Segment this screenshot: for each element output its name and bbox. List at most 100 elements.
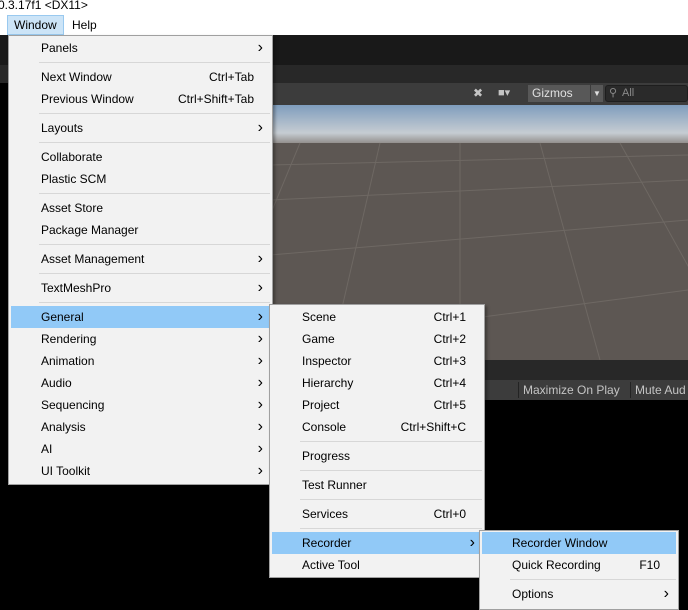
menu-help[interactable]: Help <box>66 16 103 34</box>
window-menu-item-asset-store[interactable]: Asset Store <box>11 197 270 219</box>
menu-item-label: TextMeshPro <box>41 281 112 295</box>
window-menu-item-ai[interactable]: AI › <box>11 438 270 460</box>
menu-item-label: Services <box>302 507 349 521</box>
chevron-right-icon: › <box>257 462 263 479</box>
general-submenu: Scene Ctrl+1 Game Ctrl+2 Inspector Ctrl+3 Hier… <box>269 304 485 578</box>
menu-item-label: UI Toolkit <box>41 464 91 478</box>
chevron-right-icon: › <box>257 279 263 296</box>
menu-item-label: Collaborate <box>41 150 103 164</box>
window-title: 0.3.17f1 <DX11> <box>0 0 88 12</box>
menu-item-label: Scene <box>302 310 337 324</box>
window-menu-item-asset-management[interactable]: Asset Management › <box>11 248 270 270</box>
search-placeholder: All <box>622 87 635 99</box>
general-menu-item-services[interactable]: Services Ctrl+0 <box>272 503 482 525</box>
menu-item-label: Project <box>302 398 340 412</box>
menu-separator <box>300 470 482 471</box>
maximize-on-play-button[interactable]: Maximize On Play <box>518 382 624 398</box>
menu-window[interactable]: Window <box>7 15 64 35</box>
chevron-right-icon: › <box>663 585 669 602</box>
menu-item-label: General <box>41 310 84 324</box>
menu-item-shortcut: Ctrl+0 <box>433 507 466 521</box>
menu-item-shortcut: Ctrl+2 <box>433 332 466 346</box>
menu-item-shortcut: Ctrl+Shift+C <box>400 420 466 434</box>
window-menu-item-package-manager[interactable]: Package Manager <box>11 219 270 241</box>
window-menu-item-analysis[interactable]: Analysis › <box>11 416 270 438</box>
window-menu-item-general[interactable]: General › <box>11 306 270 328</box>
gizmos-button[interactable]: Gizmos <box>528 85 590 102</box>
chevron-right-icon: › <box>469 534 475 551</box>
menu-item-shortcut: Ctrl+5 <box>433 398 466 412</box>
menu-separator <box>39 244 270 245</box>
menu-item-label: Progress <box>302 449 351 463</box>
mute-audio-button[interactable]: Mute Aud <box>630 382 688 398</box>
chevron-right-icon: › <box>257 308 263 325</box>
menu-separator <box>39 302 270 303</box>
general-menu-item-scene[interactable]: Scene Ctrl+1 <box>272 306 482 328</box>
menu-separator <box>300 499 482 500</box>
menu-item-shortcut: Ctrl+3 <box>433 354 466 368</box>
menu-item-label: Active Tool <box>302 558 360 572</box>
camera-icon[interactable]: ■▾ <box>498 86 510 99</box>
menu-item-label: Package Manager <box>41 223 139 237</box>
menu-separator <box>39 193 270 194</box>
search-input[interactable]: ⚲ All <box>605 85 688 102</box>
menu-item-label: Console <box>302 420 347 434</box>
menu-item-label: Inspector <box>302 354 352 368</box>
window-menu-item-panels[interactable]: Panels › <box>11 37 270 59</box>
general-menu-item-console[interactable]: Console Ctrl+Shift+C <box>272 416 482 438</box>
menu-item-label: Recorder Window <box>512 536 608 550</box>
recorder-menu-item-quick-recording[interactable]: Quick Recording F10 <box>482 554 676 576</box>
menu-item-shortcut: F10 <box>639 558 660 572</box>
menu-item-label: Game <box>302 332 335 346</box>
recorder-submenu: Recorder Window Quick Recording F10 Options… <box>479 530 679 610</box>
menu-item-label: Layouts <box>41 121 84 135</box>
general-menu-item-inspector[interactable]: Inspector Ctrl+3 <box>272 350 482 372</box>
scene-toolbar: ✖ ■▾ Gizmos ▼ ⚲ All <box>270 83 688 106</box>
window-menu-item-previous-window[interactable]: Previous Window Ctrl+Shift+Tab <box>11 88 270 110</box>
window-menu-item-textmeshpro[interactable]: TextMeshPro › <box>11 277 270 299</box>
menu-separator <box>39 273 270 274</box>
window-menu-item-sequencing[interactable]: Sequencing › <box>11 394 270 416</box>
menu-item-label: Asset Management <box>41 252 145 266</box>
wrench-icon[interactable]: ✖ <box>473 86 483 100</box>
window-menu-item-audio[interactable]: Audio › <box>11 372 270 394</box>
general-menu-item-project[interactable]: Project Ctrl+5 <box>272 394 482 416</box>
menu-item-label: Recorder <box>302 536 352 550</box>
window-menu-item-plastic-scm[interactable]: Plastic SCM <box>11 168 270 190</box>
menu-item-label: Asset Store <box>41 201 104 215</box>
gizmos-dropdown-icon[interactable]: ▼ <box>590 85 603 102</box>
chevron-right-icon: › <box>257 330 263 347</box>
window-menu-item-layouts[interactable]: Layouts › <box>11 117 270 139</box>
menu-item-label: Plastic SCM <box>41 172 107 186</box>
recorder-menu-item-recorder-window[interactable]: Recorder Window <box>482 532 676 554</box>
general-menu-item-active-tool[interactable]: Active Tool <box>272 554 482 576</box>
chevron-right-icon: › <box>257 119 263 136</box>
menu-item-label: Rendering <box>41 332 97 346</box>
menu-item-shortcut: Ctrl+Shift+Tab <box>177 92 254 106</box>
general-menu-item-test-runner[interactable]: Test Runner <box>272 474 482 496</box>
window-menu-item-rendering[interactable]: Rendering › <box>11 328 270 350</box>
chevron-right-icon: › <box>257 396 263 413</box>
window-menu-item-next-window[interactable]: Next Window Ctrl+Tab <box>11 66 270 88</box>
general-menu-item-recorder[interactable]: Recorder › <box>272 532 482 554</box>
chevron-right-icon: › <box>257 418 263 435</box>
general-menu-item-hierarchy[interactable]: Hierarchy Ctrl+4 <box>272 372 482 394</box>
window-menu-item-animation[interactable]: Animation › <box>11 350 270 372</box>
menu-item-shortcut: Ctrl+Tab <box>208 70 254 84</box>
menu-item-shortcut: Ctrl+1 <box>433 310 466 324</box>
menu-item-label: Next Window <box>41 70 112 84</box>
window-menu-item-collaborate[interactable]: Collaborate <box>11 146 270 168</box>
menu-item-label: Test Runner <box>302 478 367 492</box>
recorder-menu-item-options[interactable]: Options › <box>482 583 676 605</box>
general-menu-item-game[interactable]: Game Ctrl+2 <box>272 328 482 350</box>
window-menu-item-ui-toolkit[interactable]: UI Toolkit › <box>11 460 270 482</box>
menu-item-label: Animation <box>41 354 95 368</box>
title-bar: 0.3.17f1 <DX11> <box>0 0 688 14</box>
chevron-right-icon: › <box>257 39 263 56</box>
general-menu-item-progress[interactable]: Progress <box>272 445 482 467</box>
chevron-right-icon: › <box>257 250 263 267</box>
menu-item-label: Panels <box>41 41 78 55</box>
menu-separator <box>510 579 676 580</box>
menu-separator <box>39 142 270 143</box>
menu-item-label: Previous Window <box>41 92 134 106</box>
